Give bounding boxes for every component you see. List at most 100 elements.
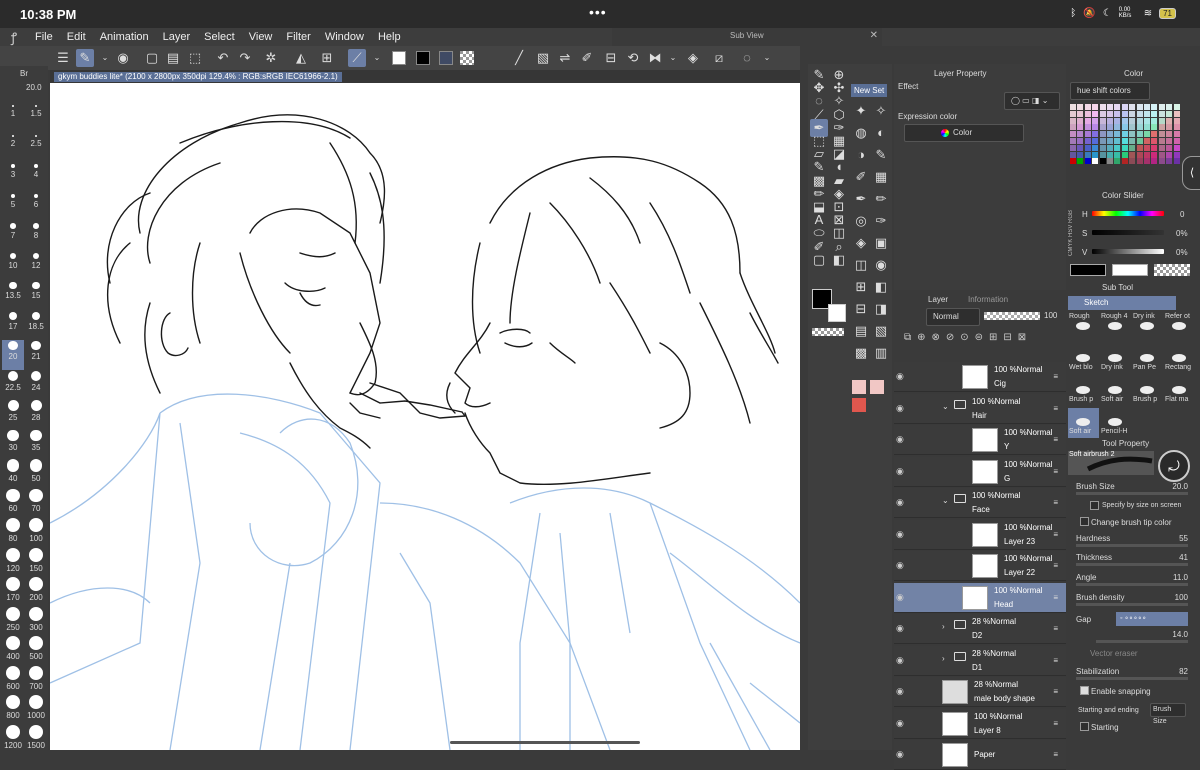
color-swatch[interactable]	[1121, 104, 1128, 110]
color-swatch[interactable]	[1158, 124, 1165, 131]
color-swatch[interactable]	[1136, 138, 1143, 144]
hardness-row[interactable]: Hardness 55	[1076, 534, 1188, 547]
stabilization-bar[interactable]	[1076, 677, 1188, 680]
color-swatch[interactable]	[1077, 117, 1084, 124]
chevron-icon[interactable]: ⌄	[942, 402, 949, 411]
color-swatch[interactable]	[1099, 158, 1106, 165]
color-swatch[interactable]	[1107, 131, 1113, 138]
brush-size-preset[interactable]: 17	[2, 311, 24, 341]
chevron-icon[interactable]: ›	[942, 622, 945, 631]
color-slider-mode-tabs[interactable]: CMYK HSV RGB	[1068, 210, 1074, 256]
drawing-canvas[interactable]	[50, 83, 800, 750]
color-swatch[interactable]	[1173, 104, 1180, 110]
color-swatch[interactable]	[1144, 124, 1150, 131]
color-swatch[interactable]	[1121, 151, 1128, 158]
tool-icon[interactable]: ▢	[810, 251, 828, 269]
angle-bar[interactable]	[1076, 583, 1188, 586]
color-swatch[interactable]	[1151, 144, 1158, 151]
chevron-down-icon[interactable]: ⌄	[96, 49, 114, 67]
transform-icon[interactable]: ⊞	[318, 49, 336, 67]
color-swatch[interactable]	[1099, 104, 1106, 110]
brush-size-preset[interactable]: 2.5	[25, 134, 47, 164]
color-swatch[interactable]	[1107, 158, 1113, 165]
pen-icon[interactable]: ╱	[510, 49, 528, 67]
brush-size-row[interactable]: Brush Size 20.0	[1076, 482, 1188, 495]
brush-size-preset[interactable]: 6	[25, 193, 47, 223]
color-swatch[interactable]	[1136, 124, 1143, 131]
tab-layer[interactable]: Layer	[928, 295, 948, 304]
tool-icon[interactable]: ◧	[830, 251, 848, 269]
layer-row[interactable]: ◉ 28 %Normal male body shape ≡	[894, 677, 1066, 707]
brush-size-preset[interactable]: 30	[2, 429, 24, 459]
menu-file[interactable]: File	[28, 31, 60, 43]
menu-filter[interactable]: Filter	[279, 31, 317, 43]
sub-tool-icon[interactable]: ⊟	[852, 300, 870, 318]
loading-icon[interactable]: ✲	[262, 49, 280, 67]
color-swatch[interactable]	[1166, 151, 1173, 158]
color-swatch[interactable]	[1158, 144, 1165, 151]
palette-pink-swatch-2[interactable]	[870, 380, 884, 394]
color-swatch[interactable]	[1077, 144, 1084, 151]
color-swatch[interactable]	[1107, 124, 1113, 131]
color-swatch[interactable]	[1107, 144, 1113, 151]
sub-tool-brush[interactable]: Dry ink	[1100, 344, 1131, 374]
thickness-row[interactable]: Thickness 41	[1076, 553, 1188, 566]
menu-help[interactable]: Help	[371, 31, 408, 43]
color-swatch[interactable]	[1070, 151, 1076, 158]
layer-row[interactable]: ◉ 100 %Normal Cig ≡	[894, 362, 1066, 392]
color-swatch[interactable]	[1114, 117, 1121, 124]
brush-size-bar[interactable]	[1076, 492, 1188, 495]
color-swatch[interactable]	[1070, 138, 1076, 144]
color-swatch[interactable]	[1070, 110, 1076, 117]
layer-menu-icon[interactable]: ≡	[1053, 435, 1058, 444]
color-swatch[interactable]	[1166, 110, 1173, 117]
color-swatch[interactable]	[1099, 138, 1106, 144]
eye-icon[interactable]: ◉	[896, 371, 904, 382]
color-swatch[interactable]	[1136, 131, 1143, 138]
brush-size-preset[interactable]: 170	[2, 576, 24, 606]
sub-tool-brush[interactable]: Soft air	[1100, 376, 1131, 406]
color-swatch[interactable]	[1077, 131, 1084, 138]
color-swatch[interactable]	[1099, 110, 1106, 117]
color-swatch[interactable]	[1129, 110, 1136, 117]
blend-mode-dropdown[interactable]: Normal	[926, 308, 980, 326]
brush-size-preset[interactable]: 20	[2, 340, 24, 370]
color-swatch[interactable]	[1114, 151, 1121, 158]
brush-size-preset[interactable]: 28	[25, 399, 47, 429]
color-swatch[interactable]	[1166, 138, 1173, 144]
color-swatch[interactable]	[1077, 104, 1084, 110]
gap-row[interactable]: Gap ◦ ∘∘∘∘∘	[1076, 612, 1188, 626]
color-swatch[interactable]	[1099, 151, 1106, 158]
eye-icon[interactable]: ◉	[896, 592, 904, 603]
hardness-bar[interactable]	[1076, 544, 1188, 547]
sub-color-swatch[interactable]	[828, 304, 846, 322]
eye-icon[interactable]: ◉	[896, 403, 904, 414]
layer-menu-icon[interactable]: ≡	[1053, 750, 1058, 759]
layer-menu-icon[interactable]: ≡	[1053, 404, 1058, 413]
color-swatch[interactable]	[1173, 131, 1180, 138]
color-swatch[interactable]	[1092, 104, 1099, 110]
sub-color-chip[interactable]	[1112, 264, 1148, 276]
redo-icon[interactable]: ↷	[236, 49, 254, 67]
color-swatch[interactable]	[1077, 138, 1084, 144]
sub-tool-brush[interactable]: Refer ot	[1164, 312, 1195, 342]
color-swatch[interactable]	[1099, 124, 1106, 131]
layer-menu-icon[interactable]: ≡	[1053, 656, 1058, 665]
gap-bar[interactable]	[1096, 640, 1188, 643]
brush-size-preset[interactable]: 80	[2, 517, 24, 547]
layer-row[interactable]: ◉ 100 %Normal Layer 23 ≡	[894, 519, 1066, 550]
brush-size-preset[interactable]: 50	[25, 458, 47, 488]
brush-size-preset[interactable]: 35	[25, 429, 47, 459]
chevron-down-icon[interactable]: ⌄	[758, 49, 776, 67]
menu-view[interactable]: View	[242, 31, 280, 43]
effect-buttons[interactable]: ◯ ▭ ◨ ⌄	[1004, 92, 1060, 110]
sub-tool-brush[interactable]: Flat ma	[1164, 376, 1195, 406]
menu-layer[interactable]: Layer	[156, 31, 198, 43]
color-swatch[interactable]	[1173, 158, 1180, 165]
snap-ruler-icon[interactable]: ⟋	[348, 49, 366, 67]
brush-size-preset[interactable]: 150	[25, 547, 47, 577]
transparent-color-swatch[interactable]	[812, 328, 844, 336]
brush-size-preset[interactable]: 60	[2, 488, 24, 518]
color-swatch[interactable]	[1092, 110, 1099, 117]
color-swatch[interactable]	[1158, 117, 1165, 124]
